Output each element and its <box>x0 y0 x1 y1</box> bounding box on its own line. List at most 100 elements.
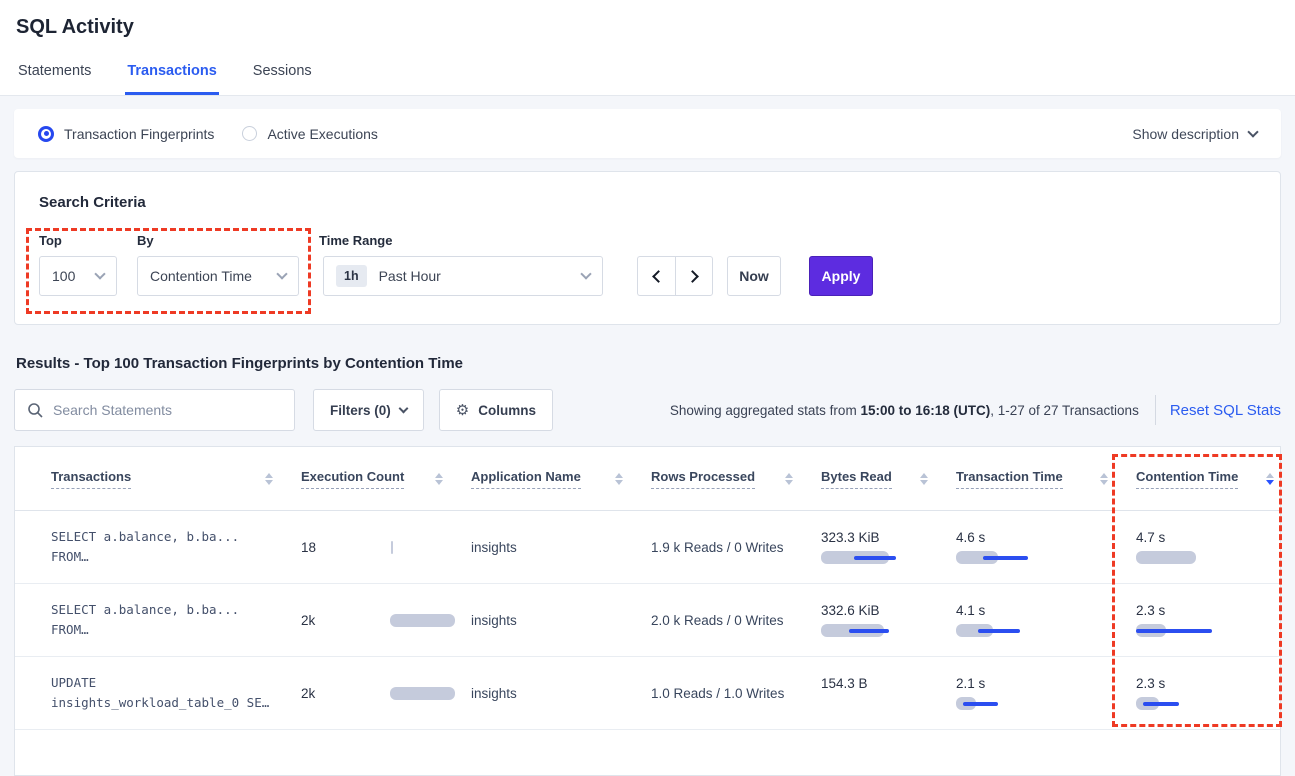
time-range-badge: 1h <box>336 265 367 287</box>
sort-icon[interactable] <box>435 473 443 485</box>
application-name-value: insights <box>471 540 517 555</box>
search-criteria-panel: Search Criteria Top 100 By Contention Ti… <box>14 171 1281 325</box>
transaction-time-bar <box>956 697 1056 710</box>
time-range-value: Past Hour <box>379 268 441 284</box>
column-header-contention-time[interactable]: Contention Time <box>1136 469 1282 489</box>
tab-statements[interactable]: Statements <box>16 63 93 95</box>
transaction-fingerprint-link[interactable]: SELECT a.balance, b.ba...FROM… <box>51 600 239 640</box>
page-title: SQL Activity <box>16 16 1279 39</box>
contention-time-bar <box>1136 624 1236 637</box>
time-range-step-buttons <box>637 256 713 296</box>
chevron-down-icon <box>276 268 287 279</box>
show-description-toggle[interactable]: Show description <box>1132 126 1257 142</box>
execution-count-value: 2k <box>301 686 315 701</box>
bytes-read-value: 323.3 KiB <box>821 530 921 545</box>
sort-icon[interactable] <box>1100 473 1108 485</box>
divider <box>1155 395 1156 425</box>
rows-processed-value: 1.0 Reads / 1.0 Writes <box>651 686 784 701</box>
column-header-bytes-read[interactable]: Bytes Read <box>821 469 956 489</box>
stats-summary: Showing aggregated stats from 15:00 to 1… <box>670 403 1139 418</box>
sort-icon[interactable] <box>785 473 793 485</box>
time-range-field: Time Range 1h Past Hour <box>319 233 603 296</box>
results-toolbar: Filters (0) ⚙ Columns Showing aggregated… <box>14 389 1281 431</box>
gear-icon: ⚙ <box>456 401 469 419</box>
column-header-execution-count[interactable]: Execution Count <box>301 469 471 489</box>
chevron-down-icon <box>398 404 408 414</box>
transaction-fingerprint-link[interactable]: UPDATEinsights_workload_table_0 SE… <box>51 673 269 713</box>
radio-transaction-fingerprints[interactable]: Transaction Fingerprints <box>38 126 214 142</box>
show-description-label: Show description <box>1132 126 1239 142</box>
by-label: By <box>137 233 299 248</box>
radio-label: Transaction Fingerprints <box>64 126 214 142</box>
chevron-down-icon <box>580 268 591 279</box>
table-header-row: Transactions Execution Count Application… <box>15 447 1280 511</box>
table-row[interactable]: UPDATEinsights_workload_table_0 SE… 2k i… <box>15 657 1280 730</box>
application-name-value: insights <box>471 613 517 628</box>
radio-active-executions[interactable]: Active Executions <box>242 126 378 142</box>
now-button[interactable]: Now <box>727 256 781 296</box>
bytes-read-value: 332.6 KiB <box>821 603 921 618</box>
rows-processed-value: 2.0 k Reads / 0 Writes <box>651 613 784 628</box>
chevron-down-icon <box>94 268 105 279</box>
contention-time-bar <box>1136 697 1236 710</box>
bytes-read-value: 154.3 B <box>821 676 921 691</box>
transaction-time-bar <box>956 624 1056 637</box>
contention-time-value: 2.3 s <box>1136 676 1236 691</box>
column-header-application-name[interactable]: Application Name <box>471 469 651 489</box>
transaction-time-value: 4.6 s <box>956 530 1056 545</box>
view-mode-bar: Transaction Fingerprints Active Executio… <box>14 109 1281 158</box>
time-range-label: Time Range <box>319 233 603 248</box>
search-input[interactable] <box>53 402 273 418</box>
chevron-left-icon <box>652 270 665 283</box>
sort-icon[interactable] <box>1266 473 1274 485</box>
by-field: By Contention Time <box>137 233 299 296</box>
top-label: Top <box>39 233 117 248</box>
column-header-rows-processed[interactable]: Rows Processed <box>651 469 821 489</box>
radio-label: Active Executions <box>267 126 378 142</box>
reset-sql-stats-link[interactable]: Reset SQL Stats <box>1170 402 1281 419</box>
by-value: Contention Time <box>150 268 252 284</box>
chevron-right-icon <box>686 270 699 283</box>
filters-label: Filters (0) <box>330 403 391 418</box>
column-header-transaction-time[interactable]: Transaction Time <box>956 469 1136 489</box>
search-icon <box>27 402 43 418</box>
time-range-select[interactable]: 1h Past Hour <box>323 256 603 296</box>
sort-icon[interactable] <box>920 473 928 485</box>
contention-time-bar <box>1136 551 1236 564</box>
transaction-time-bar <box>956 551 1056 564</box>
apply-button[interactable]: Apply <box>809 256 873 296</box>
search-criteria-heading: Search Criteria <box>39 194 1256 211</box>
column-header-transactions[interactable]: Transactions <box>51 469 301 489</box>
transaction-fingerprint-link[interactable]: SELECT a.balance, b.ba...FROM… <box>51 527 239 567</box>
application-name-value: insights <box>471 686 517 701</box>
results-heading: Results - Top 100 Transaction Fingerprin… <box>16 355 1279 372</box>
rows-processed-value: 1.9 k Reads / 0 Writes <box>651 540 784 555</box>
sort-icon[interactable] <box>615 473 623 485</box>
columns-button[interactable]: ⚙ Columns <box>439 389 553 431</box>
bytes-read-bar <box>821 551 921 564</box>
chevron-down-icon <box>1247 126 1258 137</box>
tab-sessions[interactable]: Sessions <box>251 63 314 95</box>
page-header: SQL Activity Statements Transactions Ses… <box>0 0 1295 96</box>
previous-time-button[interactable] <box>637 256 675 296</box>
tab-transactions[interactable]: Transactions <box>125 63 218 95</box>
next-time-button[interactable] <box>675 256 713 296</box>
contention-time-value: 2.3 s <box>1136 603 1236 618</box>
transactions-table: Transactions Execution Count Application… <box>14 446 1281 776</box>
contention-time-value: 4.7 s <box>1136 530 1236 545</box>
radio-unselected-icon[interactable] <box>242 126 257 141</box>
bytes-read-bar <box>821 697 921 710</box>
execution-count-value: 18 <box>301 540 316 555</box>
radio-selected-icon[interactable] <box>38 126 54 142</box>
top-field: Top 100 <box>39 233 117 296</box>
top-select[interactable]: 100 <box>39 256 117 296</box>
filters-button[interactable]: Filters (0) <box>313 389 424 431</box>
top-value: 100 <box>52 268 75 284</box>
search-box[interactable] <box>14 389 295 431</box>
transaction-time-value: 4.1 s <box>956 603 1056 618</box>
by-select[interactable]: Contention Time <box>137 256 299 296</box>
sort-icon[interactable] <box>265 473 273 485</box>
table-row[interactable]: SELECT a.balance, b.ba...FROM… 18 insigh… <box>15 511 1280 584</box>
table-row[interactable]: SELECT a.balance, b.ba...FROM… 2k insigh… <box>15 584 1280 657</box>
execution-count-value: 2k <box>301 613 315 628</box>
